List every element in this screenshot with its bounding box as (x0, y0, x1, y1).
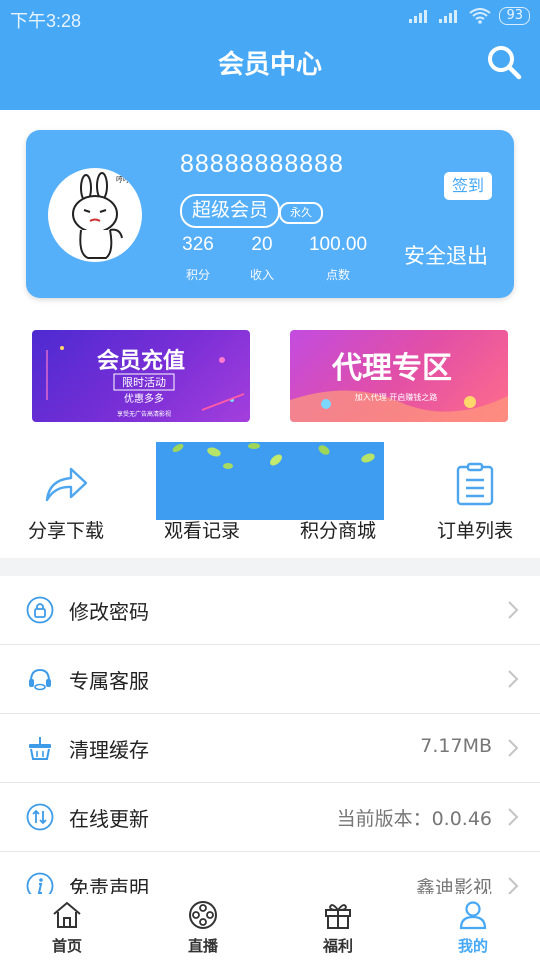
basket-icon (29, 737, 51, 760)
stat-balance: 100.00 点数 (302, 234, 374, 283)
recharge-banner[interactable]: 会员充值 限时活动 优惠多多 享受无广告高清影视 (32, 330, 250, 422)
quick-action-label: 订单列表 (436, 520, 513, 542)
home-icon (53, 901, 81, 928)
agent-banner[interactable]: 代理专区 加入代理 开启赚钱之路 (290, 330, 508, 422)
quick-action-label: 分享下载 (27, 520, 104, 542)
status-time: 下午3:28 (10, 11, 82, 31)
stat-income: 20 收入 (240, 234, 284, 283)
menu-label: 在线更新 (69, 807, 149, 831)
menu-label: 修改密码 (69, 600, 149, 624)
stat-value: 20 (251, 234, 273, 255)
chevron-right-icon (508, 670, 519, 688)
share-arrow-icon (45, 467, 88, 502)
film-reel-icon (189, 901, 217, 929)
stat-label: 积分 (185, 268, 210, 282)
recharge-banner-line2: 优惠多多 (124, 392, 164, 405)
user-icon (459, 901, 487, 930)
app-header: 下午3:28 93 会员中心 (0, 0, 540, 110)
avatar[interactable]: 哼哼 (48, 168, 142, 262)
recharge-banner-footer: 享受无广告高清影视 (117, 410, 171, 418)
tab-label: 首页 (51, 937, 82, 955)
quick-action-orders[interactable]: 订单列表 (415, 456, 535, 543)
sign-in-button[interactable]: 签到 (444, 172, 492, 200)
bunny-avatar-icon: 哼哼 (72, 172, 130, 259)
quick-action-label: 积分商城 (299, 520, 376, 542)
search-icon[interactable] (486, 44, 522, 80)
member-card: 哼哼 88888888888 超级会员 永久 签到 326 积分 20 收入 1… (26, 130, 514, 298)
tab-label: 福利 (322, 937, 353, 955)
bottom-tab-bar: 首页 直播 福利 我的 (0, 894, 540, 960)
tab-welfare[interactable]: 福利 (288, 900, 388, 956)
chevron-right-icon (508, 808, 519, 826)
tab-label: 直播 (187, 937, 218, 955)
quick-action-share[interactable]: 分享下载 (6, 456, 126, 543)
menu-label: 专属客服 (69, 669, 149, 693)
agent-banner-title: 代理专区 (331, 351, 452, 386)
recharge-banner-art: 会员充值 限时活动 优惠多多 享受无广告高清影视 (46, 346, 245, 418)
page-title: 会员中心 (217, 50, 322, 80)
agent-banner-art: 代理专区 加入代理 开启赚钱之路 (290, 351, 508, 422)
status-icons: 93 (409, 7, 530, 25)
stat-value: 100.00 (308, 234, 368, 255)
settings-menu: 修改密码 专属客服 清理缓存 7.17MB 在线更新 当前版本：0.0.46 免… (0, 576, 540, 921)
stat-label: 点数 (325, 268, 350, 282)
menu-label: 清理缓存 (69, 738, 149, 762)
chevron-right-icon (508, 877, 519, 895)
version-value: 当前版本：0.0.46 (336, 808, 492, 830)
clipboard-icon (456, 462, 494, 506)
leaf-decoration-icon (172, 443, 375, 469)
battery-icon: 93 (499, 7, 530, 25)
menu-item-customer-service[interactable]: 专属客服 (0, 645, 540, 714)
stat-label: 收入 (249, 268, 274, 282)
tab-home[interactable]: 首页 (17, 900, 117, 956)
logout-button[interactable]: 安全退出 (404, 240, 488, 270)
stat-value: 326 (182, 234, 214, 255)
menu-item-clear-cache[interactable]: 清理缓存 7.17MB (0, 714, 540, 783)
chevron-right-icon (508, 601, 519, 619)
headset-icon (29, 668, 51, 691)
floating-ad[interactable] (156, 442, 384, 520)
quick-action-label: 观看记录 (163, 520, 240, 542)
menu-item-online-update[interactable]: 在线更新 当前版本：0.0.46 (0, 783, 540, 852)
update-icon (26, 803, 54, 831)
status-bar: 下午3:28 93 (0, 0, 540, 34)
chevron-right-icon (508, 739, 519, 757)
gift-icon (325, 904, 351, 929)
signal-icon (409, 9, 431, 23)
cache-size-value: 7.17MB (420, 735, 492, 757)
menu-item-change-password[interactable]: 修改密码 (0, 576, 540, 645)
recharge-banner-line1: 限时活动 (122, 376, 166, 389)
vip-duration-badge: 永久 (279, 202, 323, 224)
stat-points: 326 积分 (170, 234, 226, 283)
lock-icon (26, 596, 54, 624)
wifi-icon (469, 8, 492, 24)
signal-icon (439, 9, 461, 23)
vip-badge: 超级会员 (180, 194, 281, 228)
tab-live[interactable]: 直播 (153, 900, 253, 956)
tab-mine[interactable]: 我的 (423, 900, 523, 956)
agent-banner-subtitle: 加入代理 开启赚钱之路 (355, 392, 438, 402)
tab-label: 我的 (457, 937, 488, 955)
user-id: 88888888888 (180, 150, 344, 178)
svg-text:哼哼: 哼哼 (116, 175, 130, 184)
recharge-banner-title: 会员充值 (97, 348, 185, 374)
